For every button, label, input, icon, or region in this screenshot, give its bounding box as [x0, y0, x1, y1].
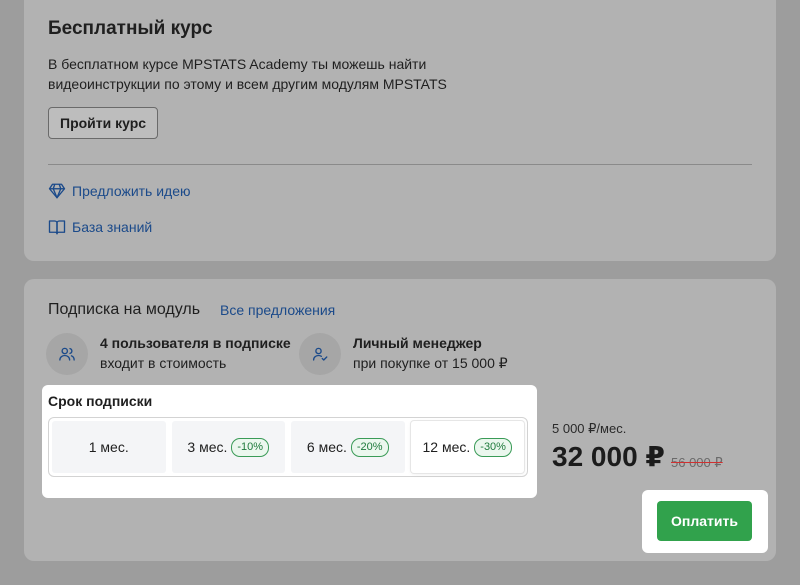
divider: [48, 164, 752, 165]
book-icon: [48, 218, 66, 236]
users-icon: [46, 333, 88, 375]
all-offers-link[interactable]: Все предложения: [220, 302, 335, 318]
term-option-label: 3 мес.: [187, 439, 228, 455]
feature-manager-sub: при покупке от 15 000 ₽: [353, 355, 508, 371]
price-per-month: 5 000 ₽/мес.: [552, 421, 627, 436]
feature-manager: Личный менеджер при покупке от 15 000 ₽: [299, 331, 508, 375]
term-option-12[interactable]: 12 мес. -30%: [410, 421, 524, 473]
feature-users-title: 4 пользователя в подписке: [100, 335, 291, 351]
discount-badge: -20%: [350, 437, 389, 457]
take-course-button[interactable]: Пройти курс: [48, 107, 159, 139]
suggest-idea-label: Предложить идею: [72, 183, 191, 199]
term-option-label: 6 мес.: [306, 439, 347, 455]
feature-manager-title: Личный менеджер: [353, 335, 482, 351]
pay-button-panel: Оплатить: [642, 490, 768, 553]
free-course-description-line1: В бесплатном курсе MPSTATS Academy ты мо…: [48, 56, 427, 72]
term-option-6[interactable]: 6 мес. -20%: [291, 421, 405, 473]
subscription-title: Подписка на модуль: [48, 301, 201, 318]
term-option-label: 1 мес.: [88, 439, 129, 455]
knowledge-base-label: База знаний: [72, 219, 153, 235]
user-check-icon: [299, 333, 341, 375]
free-course-description: В бесплатном курсе MPSTATS Academy ты мо…: [48, 54, 447, 94]
subscription-term-label: Срок подписки: [48, 393, 153, 409]
diamond-icon: [48, 182, 66, 200]
old-price: 56 000 ₽: [671, 455, 723, 470]
subscription-term-selector: 1 мес. 3 мес. -10% 6 мес. -20% 12 мес. -…: [48, 417, 528, 477]
feature-users-sub: входит в стоимость: [100, 355, 227, 371]
term-option-3[interactable]: 3 мес. -10%: [171, 421, 285, 473]
free-course-description-line2: видеоинструкции по этому и всем другим м…: [48, 76, 447, 92]
suggest-idea-link[interactable]: Предложить идею: [48, 182, 191, 200]
total-price: 32 000 ₽: [552, 441, 665, 472]
free-course-card: Бесплатный курс В бесплатном курсе MPSTA…: [24, 0, 776, 261]
knowledge-base-link[interactable]: База знаний: [48, 218, 152, 236]
feature-users: 4 пользователя в подписке входит в стоим…: [46, 331, 291, 375]
pay-button[interactable]: Оплатить: [657, 501, 752, 541]
discount-badge: -30%: [474, 437, 512, 457]
term-option-label: 12 мес.: [422, 439, 471, 455]
discount-badge: -10%: [231, 437, 270, 457]
subscription-term-panel: Срок подписки 1 мес. 3 мес. -10% 6 мес. …: [42, 385, 537, 498]
term-option-1[interactable]: 1 мес.: [52, 421, 166, 473]
free-course-title: Бесплатный курс: [48, 18, 213, 39]
